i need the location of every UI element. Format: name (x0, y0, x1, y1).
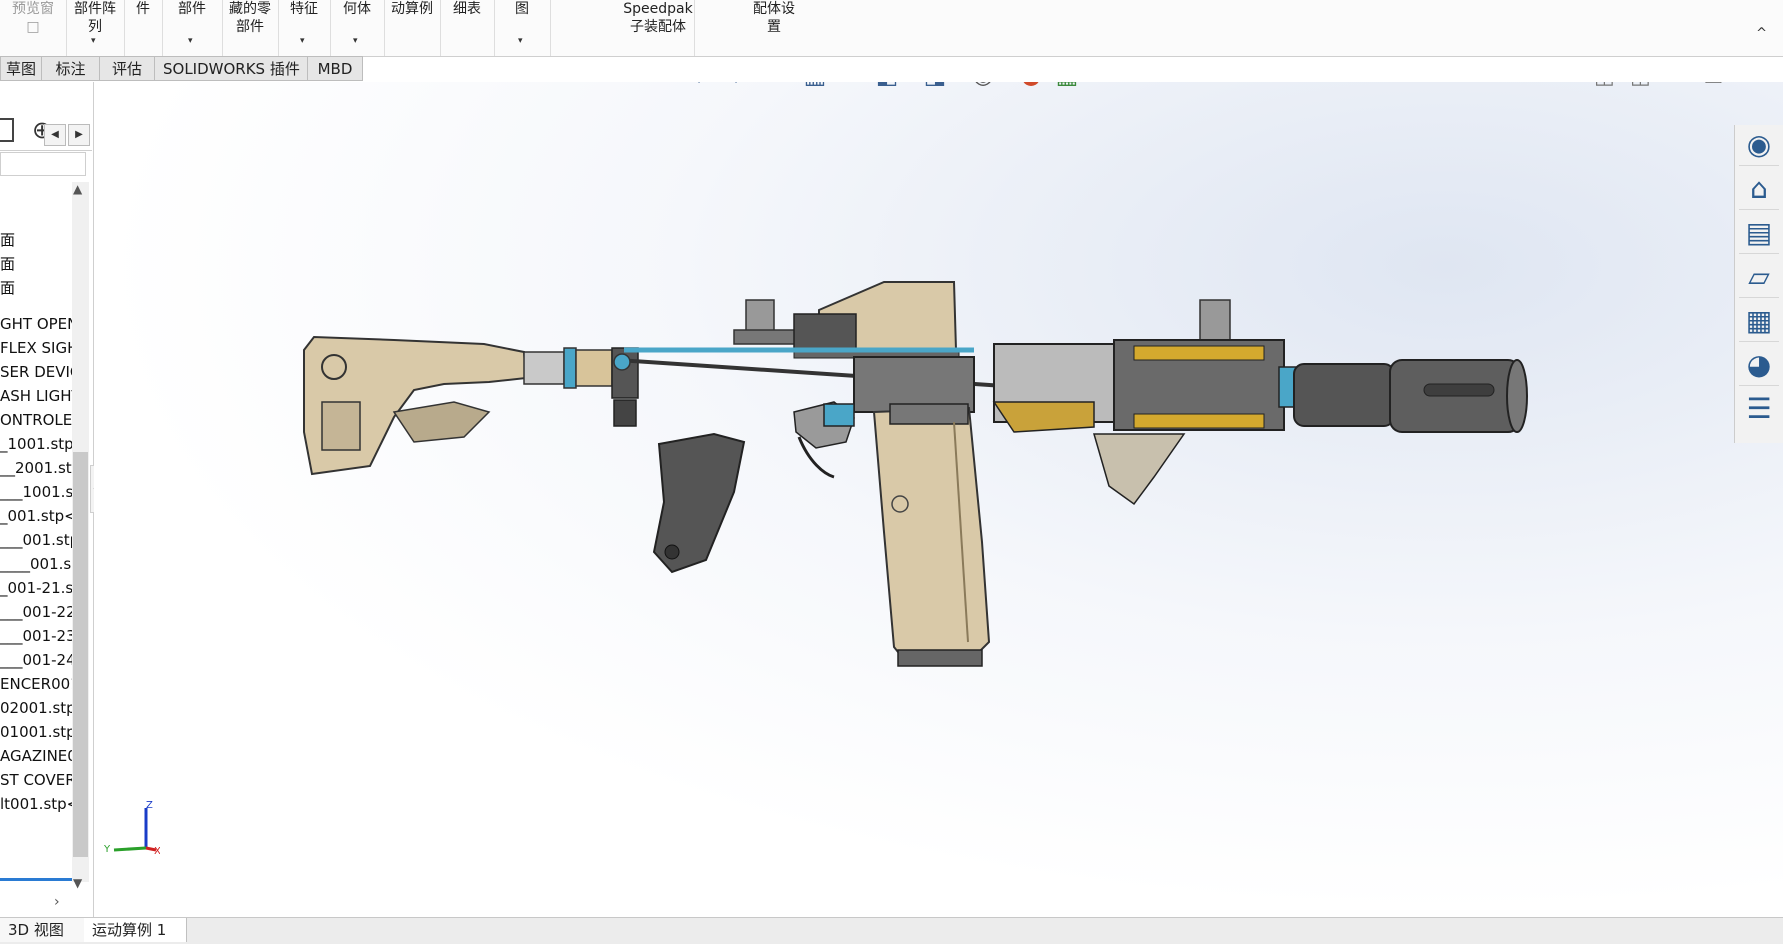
chevron-down-icon[interactable]: ▾ (300, 32, 305, 50)
ribbon-feature[interactable]: 特征 ▾ (278, 0, 331, 56)
ribbon-view[interactable]: 图 ▾ (494, 0, 551, 56)
tree-component[interactable]: ___001-22 (0, 600, 72, 624)
graphics-viewport[interactable]: ⌕ ⌕ ↶ ▥ ✎ ◧ ▼ ◨ ▼ ◉ ▼ ◕ ▦ ▼ ▭ ▼ ◫ ◫ – ❐ … (94, 82, 1783, 917)
tree-component[interactable]: AGAZINE0 (0, 744, 72, 768)
tree-filter-input[interactable] (0, 152, 86, 176)
axis-x-label: X (154, 846, 160, 857)
tree-component[interactable]: __2001.st (0, 456, 72, 480)
ribbon-assembly-config[interactable]: 配体设 置 (694, 0, 854, 56)
appearances-icon[interactable]: ◕ (1739, 345, 1779, 386)
rifle-assembly-model[interactable] (94, 82, 1783, 917)
chevron-down-icon[interactable]: ▾ (518, 32, 523, 50)
custom-properties-icon[interactable]: ☰ (1739, 389, 1779, 429)
axis-y-label: Y (103, 844, 111, 855)
scroll-up-icon[interactable]: ▲ (73, 182, 82, 196)
tree-component[interactable]: ____001.s (0, 552, 72, 576)
tree-component[interactable]: _1001.stp (0, 432, 72, 456)
ribbon-part[interactable]: 件 (124, 0, 163, 56)
file-explorer-icon[interactable]: ▱ (1739, 257, 1779, 298)
command-manager-tabs: 草图 标注 评估 SOLIDWORKS 插件 MBD (0, 56, 365, 82)
tree-scroll-thumb[interactable] (73, 452, 88, 857)
tree-component[interactable]: ___1001.st (0, 480, 72, 504)
ribbon-spacer (550, 0, 622, 56)
tree-component[interactable]: _001-21.s (0, 576, 72, 600)
reference-triad: Z Y X (103, 800, 160, 857)
scroll-left-icon[interactable]: ◀ (44, 124, 66, 146)
bottom-tab-bar: 3D 视图 运动算例 1 (0, 917, 1783, 944)
tab-annotation[interactable]: 标注 (41, 56, 100, 81)
tab-mbd[interactable]: MBD (307, 56, 363, 81)
tree-component[interactable]: ST COVER (0, 768, 72, 792)
tree-rollback-bar[interactable] (0, 878, 72, 881)
tree-component[interactable]: GHT OPEN (0, 312, 72, 336)
tree-component[interactable]: SER DEVIC (0, 360, 72, 384)
chevron-down-icon[interactable]: ▾ (353, 32, 358, 50)
tree-component[interactable]: ___001-24.s (0, 648, 72, 672)
ribbon-preview-window[interactable]: 预览窗 □ (0, 0, 67, 56)
tree-component[interactable]: 02001.stp< (0, 696, 72, 720)
tab-motion-study-1[interactable]: 运动算例 1 (84, 918, 187, 942)
feature-tree: 面 面 面 GHT OPEN FLEX SIGH SER DEVIC ASH L… (0, 228, 72, 816)
tree-component[interactable]: ___001.stp (0, 528, 72, 552)
tree-component[interactable]: _001.stp< (0, 504, 72, 528)
ribbon-bom[interactable]: 细表 (440, 0, 495, 56)
pistol-grip[interactable] (652, 432, 746, 574)
magazine-part[interactable] (872, 403, 991, 667)
stock-part[interactable] (303, 335, 639, 476)
chevron-down-icon[interactable]: ▾ (188, 32, 193, 50)
tree-component[interactable]: ONTROLER (0, 408, 72, 432)
scroll-right-icon[interactable]: › (54, 894, 60, 910)
axis-z-label: Z (146, 800, 153, 811)
tab-sketch[interactable]: 草图 (0, 56, 42, 81)
tree-plane[interactable]: 面 (0, 228, 72, 252)
tree-component[interactable]: ENCER001 (0, 672, 72, 696)
ribbon-speedpak[interactable]: Speedpak 子装配体 (622, 0, 695, 56)
tab-3d-view[interactable]: 3D 视图 (0, 918, 85, 942)
ribbon-hidden-components[interactable]: 藏的零 部件 (222, 0, 279, 56)
collapse-ribbon-icon[interactable]: ^ (1756, 26, 1767, 41)
feature-manager-panel: ⊕ ◀ ▶ ▲ ▼ › 面 面 面 GHT OPEN FLEX SIGH SER… (0, 82, 94, 917)
tree-component[interactable]: FLEX SIGH (0, 336, 72, 360)
design-library-icon[interactable]: ▤ (1739, 213, 1779, 254)
property-manager-icon[interactable] (0, 118, 14, 142)
tree-plane[interactable]: 面 (0, 252, 72, 276)
view-palette-icon[interactable]: ▦ (1739, 301, 1779, 342)
trigger-group[interactable] (793, 401, 855, 479)
solidworks-resources-icon[interactable]: ◉ (1739, 125, 1779, 166)
tree-plane[interactable]: 面 (0, 276, 72, 300)
scroll-right-icon[interactable]: ▶ (68, 124, 90, 146)
ribbon-geometry[interactable]: 何体 ▾ (330, 0, 385, 56)
ribbon-component[interactable]: 部件 ▾ (162, 0, 223, 56)
tree-component[interactable]: lt001.stp< (0, 792, 72, 816)
ribbon-component-pattern[interactable]: 部件阵 列 ▾ (66, 0, 125, 56)
tree-component[interactable]: ___001-23 (0, 624, 72, 648)
chevron-down-icon[interactable]: ▾ (91, 32, 96, 50)
suppressor-part[interactable] (1293, 359, 1528, 433)
task-pane: ◉ ⌂ ▤ ▱ ▦ ◕ ☰ (1734, 125, 1783, 443)
panel-tab-strip: ⊕ ◀ ▶ (0, 112, 92, 151)
ribbon-motion-study[interactable]: 动算例 (384, 0, 441, 56)
tree-component[interactable]: ASH LIGHT (0, 384, 72, 408)
tab-solidworks-addins[interactable]: SOLIDWORKS 插件 (154, 56, 308, 81)
tab-evaluate[interactable]: 评估 (99, 56, 155, 81)
tree-component[interactable]: 01001.stp< (0, 720, 72, 744)
scroll-down-icon[interactable]: ▼ (73, 876, 82, 890)
command-ribbon: 预览窗 □ 部件阵 列 ▾ 件 部件 ▾ 藏的零 部件 特征 ▾ 何体 ▾ 动算… (0, 0, 1783, 57)
home-icon[interactable]: ⌂ (1739, 169, 1779, 210)
